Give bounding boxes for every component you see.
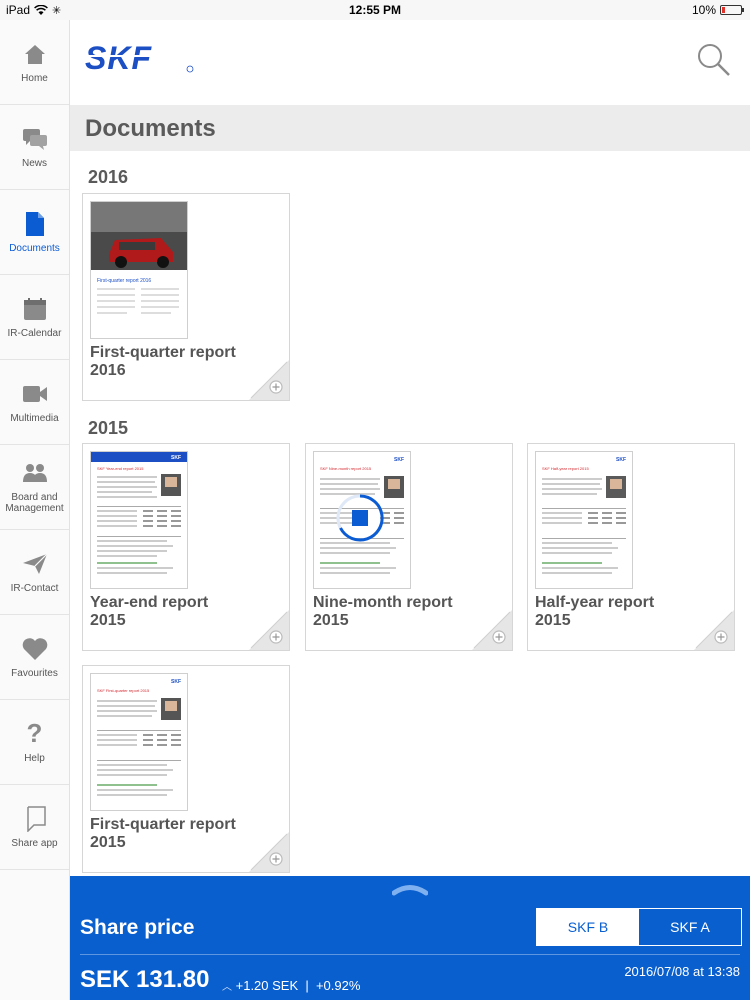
sidebar-item-label: IR-Calendar (7, 327, 62, 339)
document-icon (22, 211, 48, 237)
sidebar-item-label: Multimedia (10, 412, 59, 424)
year-heading-2015: 2015 (88, 418, 129, 438)
document-thumbnail: SKF SKF Half-year report 2015 (535, 451, 633, 589)
download-stop-icon[interactable] (334, 492, 386, 544)
sidebar-item-news[interactable]: News (0, 105, 69, 190)
sidebar: Home News Documents IR-Calendar Multimed… (0, 20, 70, 1000)
thumbnail-heading: SKF Nine-month report 2015 (320, 466, 372, 471)
sidebar-item-documents[interactable]: Documents (0, 190, 69, 275)
sidebar-item-ir-contact[interactable]: IR-Contact (0, 530, 69, 615)
document-card[interactable]: First-quarter report 2016 First-quarter … (82, 193, 290, 401)
sidebar-item-label: Share app (11, 837, 58, 849)
video-camera-icon (22, 381, 48, 407)
battery-percent: 10% (691, 3, 716, 17)
people-icon (22, 460, 48, 486)
page-title-bar: Documents (70, 105, 750, 151)
thumbnail-logo-text: SKF (616, 457, 626, 463)
thumbnail-logo-text: SKF (394, 457, 404, 463)
add-to-favourites-icon[interactable] (249, 360, 289, 400)
price-change-text: +1.20 SEK | +0.92% (235, 978, 361, 993)
document-thumbnail: SKF SKF First-quarter report 2015 (90, 673, 188, 811)
sidebar-item-label: Documents (9, 242, 60, 254)
question-mark-icon: ? (26, 718, 43, 748)
thumbnail-heading: SKF Half-year report 2015 (542, 466, 589, 471)
status-bar: iPad ✳ 12:55 PM 10% (0, 0, 750, 20)
document-card[interactable]: SKF SKF First-quarter report 2015 First-… (82, 665, 290, 873)
add-to-favourites-icon[interactable] (472, 610, 512, 650)
add-to-favourites-icon[interactable] (249, 610, 289, 650)
skf-logo-text: SKF (85, 42, 152, 74)
sidebar-item-label: Home (21, 72, 48, 84)
document-thumbnail: SKF SKF Year-end report 2015 (90, 451, 188, 589)
divider (80, 954, 740, 955)
share-class-toggle: SKF B SKF A (536, 908, 742, 946)
up-arrow-icon: ︿ (222, 982, 232, 993)
search-button[interactable] (696, 42, 732, 78)
sidebar-item-label: News (21, 157, 47, 169)
share-icon (22, 805, 48, 832)
documents-list: 2016 First-quarter report 2016 First-qua… (70, 151, 750, 876)
sidebar-item-ir-calendar[interactable]: IR-Calendar (0, 275, 69, 360)
tab-skf-a[interactable]: SKF A (639, 909, 741, 945)
share-price-value: SEK 131.80 (80, 966, 210, 993)
thumbnail-heading: SKF First-quarter report 2015 (97, 688, 150, 693)
page-title: Documents (85, 115, 216, 142)
battery-icon (720, 5, 744, 15)
thumbnail-heading: First-quarter report 2016 (97, 278, 151, 284)
year-heading-2016: 2016 (88, 167, 129, 187)
thumbnail-logo-text: SKF (171, 455, 181, 461)
expand-handle-icon[interactable] (392, 882, 428, 896)
sidebar-item-label: Help (24, 752, 45, 764)
sidebar-item-label: Favourites (11, 667, 58, 679)
calendar-icon (22, 296, 48, 322)
price-change: ︿ +1.20 SEK | +0.92% (222, 978, 360, 993)
app-header: SKF (70, 20, 750, 105)
document-thumbnail: First-quarter report 2016 (90, 201, 188, 339)
document-card[interactable]: SKF SKF Year-end report 2015 Year-end re… (82, 443, 290, 651)
share-price-title: Share price (80, 916, 195, 939)
search-icon (698, 44, 730, 76)
document-card[interactable]: SKF SKF Half-year report 2015 Half-year … (527, 443, 735, 651)
news-icon (22, 126, 48, 152)
share-price-panel: Share price SKF B SKF A SEK 131.80 ︿ +1.… (70, 876, 750, 1000)
sidebar-item-home[interactable]: Home (0, 20, 69, 105)
document-card[interactable]: SKF SKF Nine-month report 2015 Nine-mont… (305, 443, 513, 651)
sidebar-item-share-app[interactable]: Share app (0, 785, 69, 870)
sidebar-item-favourites[interactable]: Favourites (0, 615, 69, 700)
home-icon (22, 41, 48, 67)
paper-plane-icon (22, 551, 48, 577)
sidebar-item-help[interactable]: ? Help (0, 700, 69, 785)
skf-logo: SKF (85, 40, 195, 79)
thumbnail-logo-text: SKF (171, 679, 181, 685)
add-to-favourites-icon[interactable] (694, 610, 734, 650)
sidebar-item-multimedia[interactable]: Multimedia (0, 360, 69, 445)
tab-skf-b[interactable]: SKF B (537, 909, 639, 945)
price-timestamp: 2016/07/08 at 13:38 (624, 964, 740, 979)
sidebar-item-label: IR-Contact (10, 582, 59, 594)
status-time: 12:55 PM (348, 3, 402, 17)
heart-icon (22, 636, 48, 662)
sidebar-item-board-and-management[interactable]: Board and Management (0, 445, 69, 530)
thumbnail-heading: SKF Year-end report 2015 (97, 466, 144, 471)
sidebar-item-label: Board and Management (5, 492, 64, 514)
add-to-favourites-icon[interactable] (249, 832, 289, 872)
